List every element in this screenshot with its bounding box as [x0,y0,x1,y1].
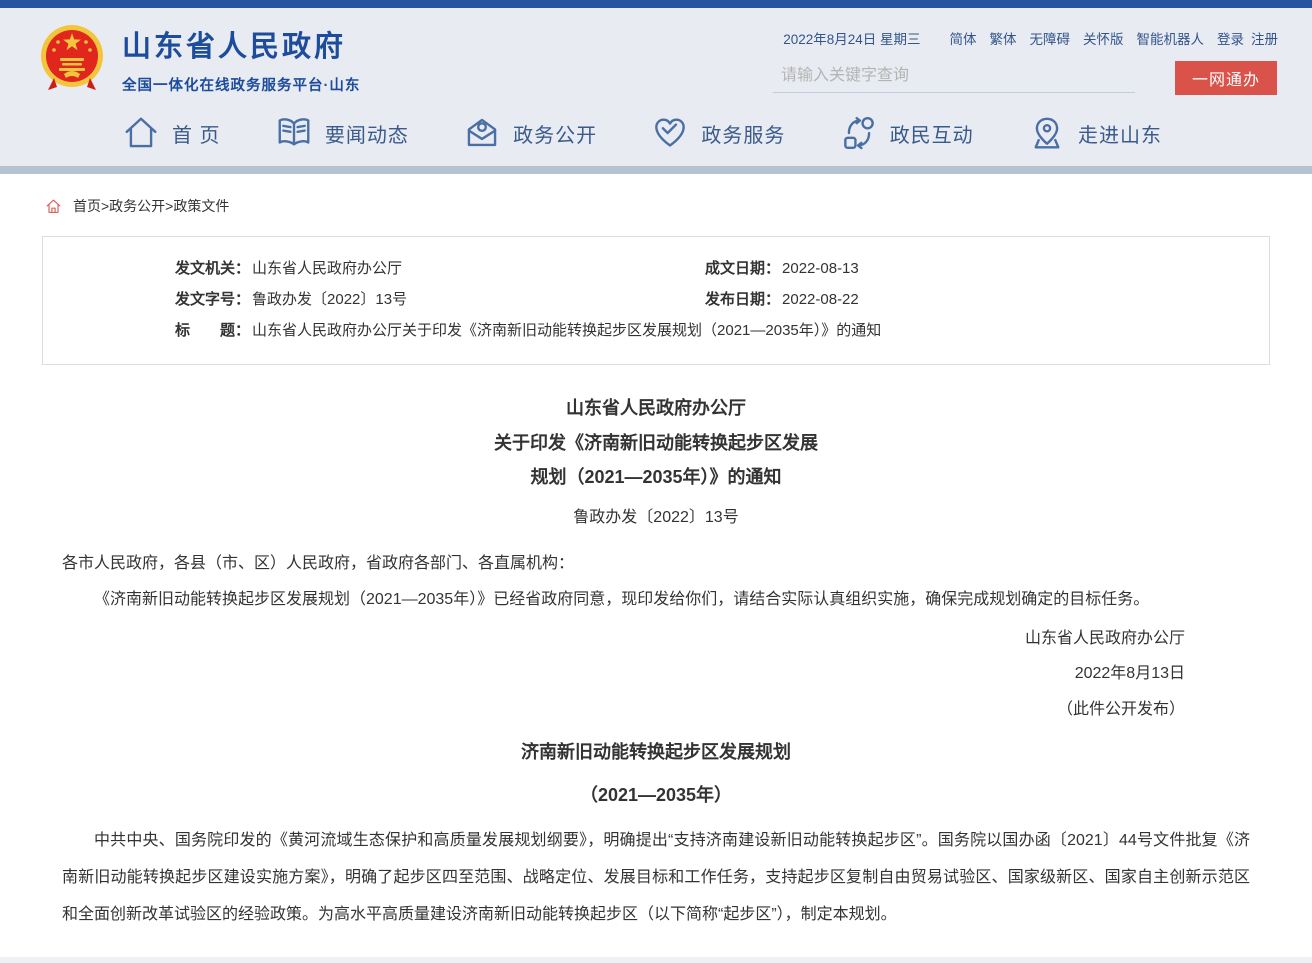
nav-label: 走进山东 [1078,119,1162,148]
nav-label: 政务公开 [513,119,597,148]
current-date: 2022年8月24日 星期三 [783,28,920,48]
publish-date-value: 2022-08-22 [782,284,859,315]
paragraph-notice: 《济南新旧动能转换起步区发展规划（2021—2035年）》已经省政府同意，现印发… [62,582,1250,619]
publish-date-label: 发布日期： [705,284,780,315]
breadcrumb: 首页>政务公开>政策文件 [0,174,1312,230]
link-smart-robot[interactable]: 智能机器人 [1137,28,1205,48]
portal-button[interactable]: 一网通办 [1175,61,1277,95]
heart-icon [651,114,689,152]
nav-label: 政务服务 [701,119,785,148]
public-release-note: （此件公开发布） [62,692,1185,727]
signer: 山东省人民政府办公厅 [62,621,1185,656]
issuing-org-value: 山东省人民政府办公厅 [252,253,402,284]
doc-title-line-3: 规划（2021—2035年）》的通知 [62,460,1250,495]
link-simplified-chinese[interactable]: 简体 [950,28,977,48]
site-subtitle: 全国一体化在线政务服务平台·山东 [122,74,360,95]
topbar [0,0,1312,8]
link-accessibility[interactable]: 无障碍 [1030,28,1071,48]
link-traditional-chinese[interactable]: 繁体 [990,28,1017,48]
doc-number-centered: 鲁政办发〔2022〕13号 [62,503,1250,533]
nav-label: 首 页 [172,119,221,148]
paragraph-plan-intro: 中共中央、国务院印发的《黄河流域生态保护和高质量发展规划纲要》，明确提出“支持济… [62,823,1250,933]
doc-title-line-2: 关于印发《济南新旧动能转换起步区发展 [62,426,1250,461]
page-content: 首页>政务公开>政策文件 发文机关： 山东省人民政府办公厅 成文日期： 2022… [0,174,1312,963]
mail-icon [463,114,501,152]
nav-item-gov-services[interactable]: 政务服务 [651,114,785,152]
nav-item-home[interactable]: 首 页 [122,114,221,152]
link-login[interactable]: 登录 [1217,28,1244,48]
link-register[interactable]: 注册 [1251,28,1278,48]
national-emblem-logo [38,20,106,100]
issuing-org-label: 发文机关： [175,253,250,284]
breadcrumb-path[interactable]: 首页>政务公开>政策文件 [73,196,229,216]
nav-item-news[interactable]: 要闻动态 [275,114,409,152]
map-pin-icon [1028,114,1066,152]
plan-title-line-1: 济南新旧动能转换起步区发展规划 [62,735,1250,770]
breadcrumb-home-icon [45,198,62,215]
interaction-icon [840,114,878,152]
document-body: 山东省人民政府办公厅 关于印发《济南新旧动能转换起步区发展 规划（2021—20… [0,365,1312,933]
doc-title-value: 山东省人民政府办公厅关于印发《济南新旧动能转换起步区发展规划（2021—2035… [252,315,881,346]
bottom-strip [0,957,1312,963]
nav-item-discover-shandong[interactable]: 走进山东 [1028,114,1162,152]
nav-label: 政民互动 [890,119,974,148]
home-icon [122,114,160,152]
brand[interactable]: 山东省人民政府 全国一体化在线政务服务平台·山东 [38,20,360,100]
book-icon [275,114,313,152]
doc-title-label: 标 题： [175,315,250,346]
main-nav: 首 页 要闻动态 [0,110,1312,166]
site-title: 山东省人民政府 [122,31,360,64]
salutation: 各市人民政府，各县（市、区）人民政府，省政府各部门、各直属机构： [62,546,1250,583]
written-date-value: 2022-08-13 [782,253,859,284]
nav-item-interaction[interactable]: 政民互动 [840,114,974,152]
plan-title-line-2: （2021—2035年） [62,778,1250,813]
nav-item-gov-info[interactable]: 政务公开 [463,114,597,152]
site-header: 山东省人民政府 全国一体化在线政务服务平台·山东 2022年8月24日 星期三 … [0,8,1312,110]
search-input[interactable] [773,63,1135,93]
written-date-label: 成文日期： [705,253,780,284]
signature-block: 山东省人民政府办公厅 2022年8月13日 （此件公开发布） [62,621,1250,727]
doc-meta-box: 发文机关： 山东省人民政府办公厅 成文日期： 2022-08-13 发文字号： … [42,236,1270,365]
doc-title-line-1: 山东省人民政府办公厅 [62,391,1250,426]
nav-label: 要闻动态 [325,119,409,148]
top-utility-links: 2022年8月24日 星期三 简体 繁体 无障碍 关怀版 智能机器人 登录 注册 [773,28,1278,48]
doc-number-value: 鲁政办发〔2022〕13号 [252,284,407,315]
section-divider [0,166,1312,174]
link-care-version[interactable]: 关怀版 [1083,28,1124,48]
sign-date: 2022年8月13日 [62,656,1185,691]
doc-number-label: 发文字号： [175,284,250,315]
